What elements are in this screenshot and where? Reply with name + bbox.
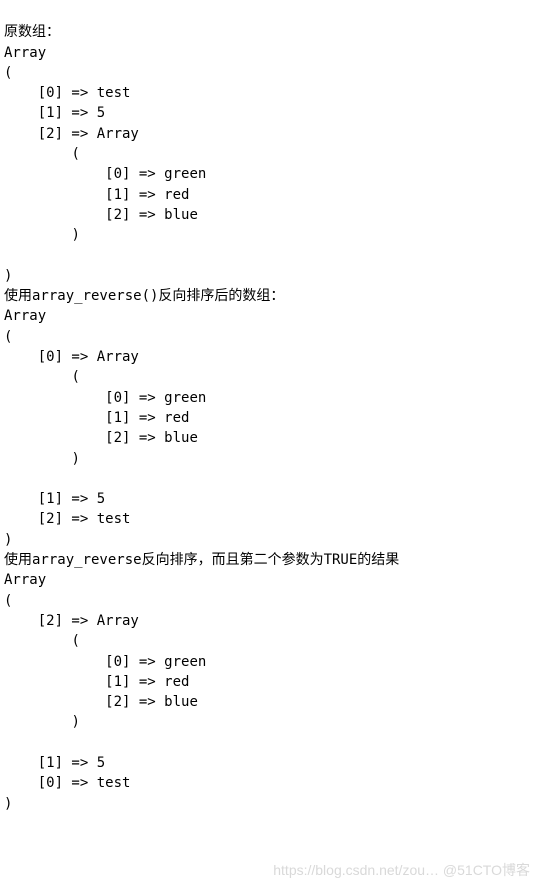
- entry: [0] => test: [38, 85, 131, 101]
- entry: [0] => green: [105, 390, 206, 406]
- paren-open: (: [71, 633, 79, 649]
- entry: [2] => blue: [105, 694, 198, 710]
- paren-close: ): [71, 451, 79, 467]
- paren-open: (: [4, 593, 12, 609]
- paren-close: ): [4, 532, 12, 548]
- paren-open: (: [4, 329, 12, 345]
- entry: [1] => red: [105, 187, 189, 203]
- entry: [2] => test: [38, 511, 131, 527]
- entry: [2] => blue: [105, 430, 198, 446]
- entry: [1] => red: [105, 410, 189, 426]
- section-3-heading: 使用array_reverse反向排序，而且第二个参数为TRUE的结果: [4, 552, 399, 568]
- entry: [0] => test: [38, 775, 131, 791]
- entry: [0] => Array: [38, 349, 139, 365]
- entry: [2] => Array: [38, 126, 139, 142]
- entry: [1] => 5: [38, 491, 105, 507]
- entry: [1] => 5: [38, 755, 105, 771]
- array-keyword: Array: [4, 308, 46, 324]
- paren-close: ): [71, 714, 79, 730]
- array-keyword: Array: [4, 572, 46, 588]
- paren-open: (: [71, 369, 79, 385]
- entry: [0] => green: [105, 654, 206, 670]
- code-output: 原数组： Array ( [0] => test [1] => 5 [2] =>…: [0, 0, 538, 814]
- paren-open: (: [71, 146, 79, 162]
- entry: [1] => 5: [38, 105, 105, 121]
- entry: [2] => Array: [38, 613, 139, 629]
- paren-close: ): [4, 268, 12, 284]
- section-1-heading: 原数组：: [4, 24, 60, 40]
- array-keyword: Array: [4, 45, 46, 61]
- entry: [2] => blue: [105, 207, 198, 223]
- entry: [0] => green: [105, 166, 206, 182]
- section-2-heading: 使用array_reverse()反向排序后的数组：: [4, 288, 284, 304]
- entry: [1] => red: [105, 674, 189, 690]
- paren-close: ): [4, 796, 12, 812]
- watermark-text: https://blog.csdn.net/zou… @51CTO博客: [273, 860, 530, 880]
- paren-close: ): [71, 227, 79, 243]
- paren-open: (: [4, 65, 12, 81]
